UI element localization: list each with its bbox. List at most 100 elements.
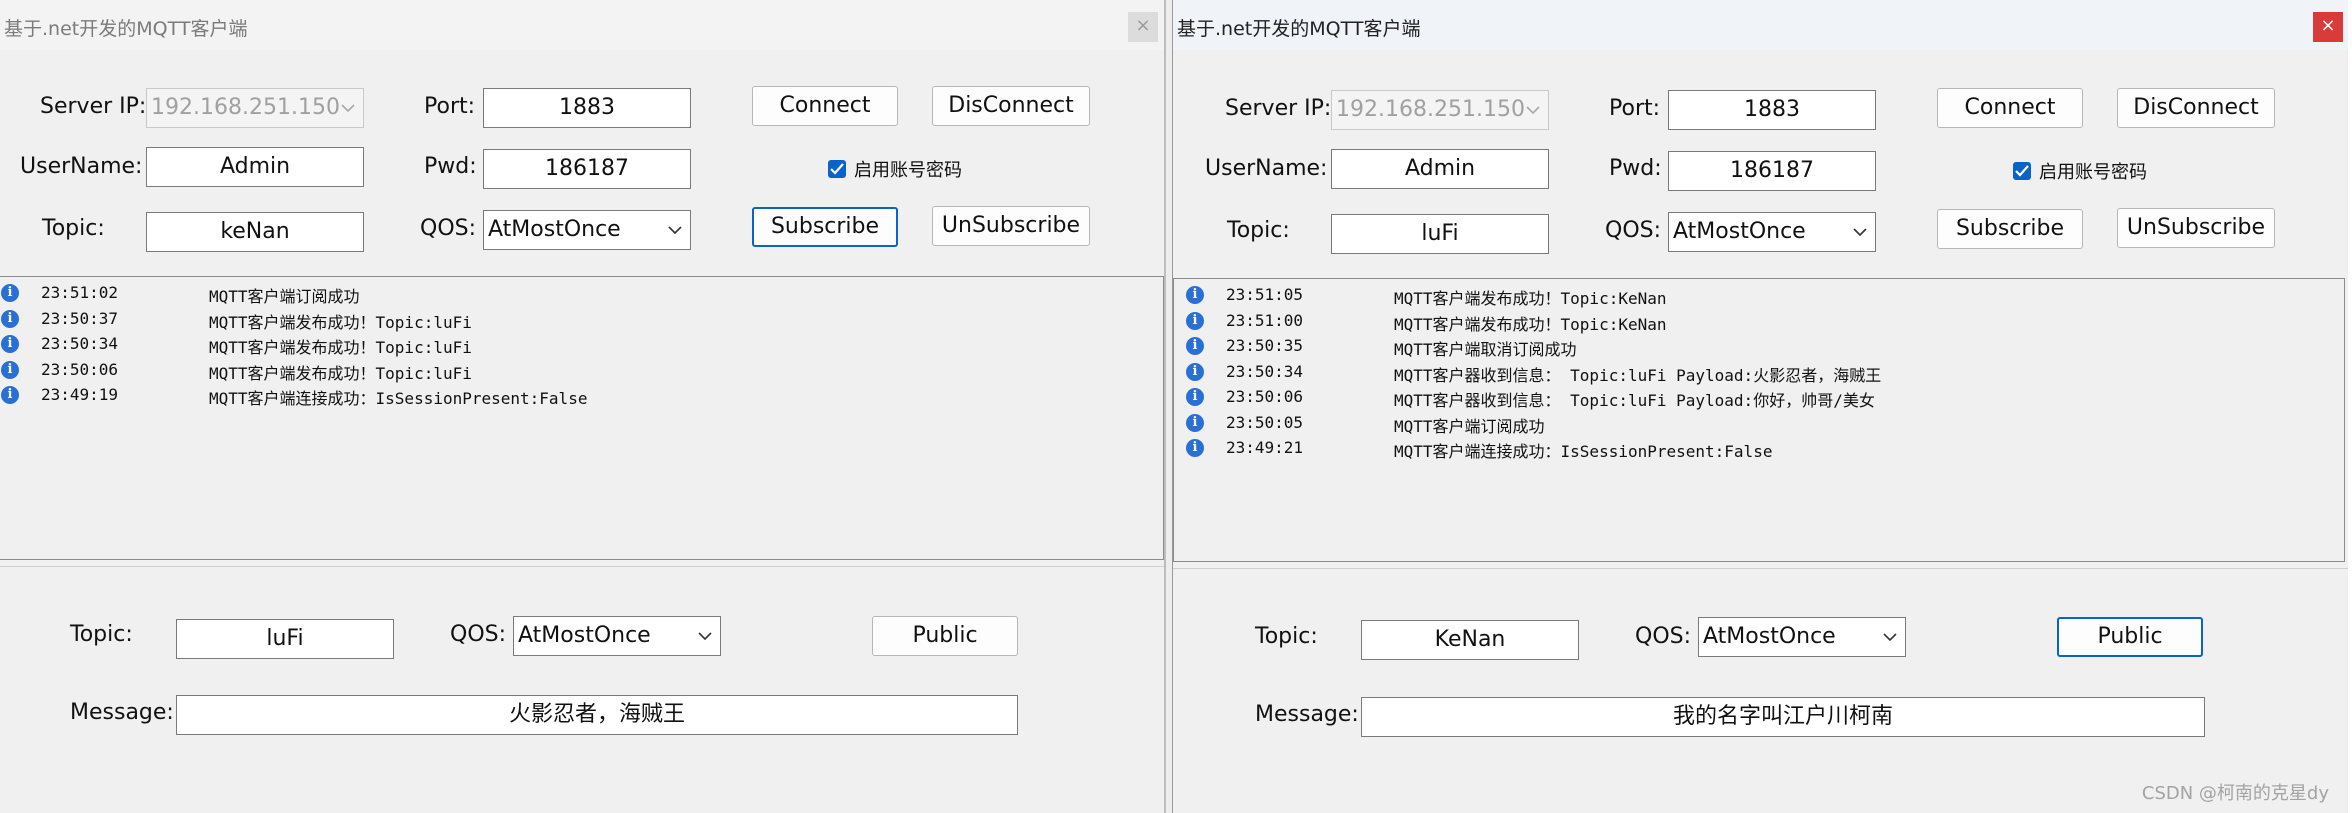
log-time: 23:50:06 [41,359,119,379]
log-message: MQTT客户端发布成功！Topic:luFi [209,338,472,357]
server-ip-label: Server IP: [1225,96,1332,121]
log-time: 23:51:05 [1226,285,1304,304]
port-input[interactable]: 1883 [1668,90,1876,130]
pwd-label: Pwd: [424,154,477,179]
message-input[interactable]: 我的名字叫江户川柯南 [1361,697,2205,737]
message-label: Message: [70,700,174,725]
topic-label: Topic: [42,216,105,241]
log-time: 23:50:06 [1226,387,1304,406]
chevron-down-icon [1526,91,1540,129]
connect-button[interactable]: Connect [752,86,898,126]
log-row[interactable]: 23:50:06 MQTT客户端发布成功！Topic:luFi [0,358,1163,383]
log-row[interactable]: 23:51:05 MQTT客户端发布成功！Topic:KeNan [1174,283,2344,308]
pub-topic-input[interactable]: luFi [176,619,394,659]
pwd-label: Pwd: [1609,156,1662,181]
message-label: Message: [1255,702,1359,727]
qos-select[interactable]: AtMostOnce [1668,212,1876,252]
disconnect-button[interactable]: DisConnect [2117,88,2275,128]
log-message: MQTT客户端订阅成功 [209,287,360,306]
watermark: CSDN @柯南的克星dy [2141,783,2329,804]
server-ip-label: Server IP: [40,94,147,119]
info-icon [1186,362,1204,381]
qos-label: QOS: [1605,218,1662,243]
port-label: Port: [1609,96,1661,121]
port-label: Port: [424,94,476,119]
server-ip-value: 192.168.251.150 [151,95,340,120]
unsubscribe-button[interactable]: UnSubscribe [932,206,1090,246]
close-button[interactable]: × [2313,12,2343,42]
close-button[interactable]: × [1128,12,1158,42]
pub-topic-input[interactable]: KeNan [1361,620,1579,660]
window-title: 基于.net开发的MQTT客户端 [4,18,248,40]
username-label: UserName: [1205,156,1328,181]
log-row[interactable]: 23:50:37 MQTT客户端发布成功！Topic:luFi [0,307,1163,332]
subscribe-button[interactable]: Subscribe [752,207,898,247]
topic-input[interactable]: keNan [146,212,364,252]
topic-label: Topic: [1227,218,1290,243]
log-row[interactable]: 23:50:34 MQTT客户端发布成功！Topic:luFi [0,332,1163,357]
pub-qos-select[interactable]: AtMostOnce [513,616,721,656]
server-ip-combobox: 192.168.251.150 [1331,90,1549,130]
log-message: MQTT客户端发布成功！Topic:luFi [209,363,472,383]
disconnect-button[interactable]: DisConnect [932,86,1090,126]
log-row[interactable]: 23:50:35 MQTT客户端取消订阅成功 [1174,334,2344,359]
window-title: 基于.net开发的MQTT客户端 [1177,18,1421,40]
pub-qos-value: AtMostOnce [518,623,651,648]
section-divider [1173,568,2349,569]
enable-auth-checkbox[interactable]: 启用账号密码 [828,156,962,182]
chevron-down-icon [341,89,355,127]
topic-input[interactable]: luFi [1331,214,1549,254]
unsubscribe-button[interactable]: UnSubscribe [2117,208,2275,248]
log-message: MQTT客户端连接成功：IsSessionPresent:False [1394,442,1773,461]
log-message: MQTT客户器收到信息： Topic:luFi Payload:火影忍者，海贼王 [1394,365,1882,385]
log-message: MQTT客户端发布成功！Topic:KeNan [1394,289,1667,308]
log-message: MQTT客户端发布成功！Topic:KeNan [1394,314,1667,334]
pwd-input[interactable]: 186187 [483,149,691,189]
username-input[interactable]: Admin [146,147,364,187]
info-icon [1,386,19,404]
pub-topic-label: Topic: [1255,624,1318,649]
chevron-down-icon [1883,618,1897,656]
public-button[interactable]: Public [872,616,1018,656]
log-row[interactable]: 23:49:19 MQTT客户端连接成功：IsSessionPresent:Fal… [0,383,1163,408]
connect-button[interactable]: Connect [1937,88,2083,128]
title-bar: 基于.net开发的MQTT客户端 × [0,0,1164,50]
info-icon [1186,439,1204,457]
pub-qos-label: QOS: [1635,624,1692,649]
message-input[interactable]: 火影忍者，海贼王 [176,695,1018,735]
username-input[interactable]: Admin [1331,149,1549,189]
enable-auth-checkbox[interactable]: 启用账号密码 [2013,158,2147,184]
log-row[interactable]: 23:51:02 MQTT客户端订阅成功 [0,281,1163,306]
checkbox-checked-icon [2013,162,2031,180]
info-icon [1,360,19,379]
pub-qos-select[interactable]: AtMostOnce [1698,617,1906,657]
chevron-down-icon [1853,213,1867,251]
log-message: MQTT客户器收到信息： Topic:luFi Payload:你好，帅哥/美女 [1394,391,1875,410]
log-message: MQTT客户端连接成功：IsSessionPresent:False [209,389,588,408]
log-row[interactable]: 23:50:34 MQTT客户器收到信息： Topic:luFi Payload:… [1174,360,2344,385]
log-message: MQTT客户端取消订阅成功 [1394,340,1577,359]
public-button[interactable]: Public [2057,617,2203,657]
username-label: UserName: [20,154,143,179]
subscribe-button[interactable]: Subscribe [1937,209,2083,249]
enable-auth-label: 启用账号密码 [2039,162,2147,183]
log-time: 23:51:00 [1226,310,1304,330]
checkbox-checked-icon [828,160,846,178]
log-listview[interactable]: 23:51:05 MQTT客户端发布成功！Topic:KeNan 23:51:00 M… [1173,278,2345,562]
log-row[interactable]: 23:50:06 MQTT客户器收到信息： Topic:luFi Payload:… [1174,385,2344,410]
log-message: MQTT客户端发布成功！Topic:luFi [209,312,472,332]
log-listview[interactable]: 23:51:02 MQTT客户端订阅成功 23:50:37 MQTT客户端发布成功！T… [0,276,1164,560]
qos-select[interactable]: AtMostOnce [483,210,691,250]
left-client-window: 基于.net开发的MQTT客户端 × Server IP: 192.168.25… [0,0,1166,813]
log-row[interactable]: 23:50:05 MQTT客户端订阅成功 [1174,411,2344,436]
log-row[interactable]: 23:51:00 MQTT客户端发布成功！Topic:KeNan [1174,309,2344,334]
qos-label: QOS: [420,216,477,241]
pub-qos-value: AtMostOnce [1703,624,1836,649]
log-time: 23:49:19 [41,385,119,404]
log-row[interactable]: 23:49:21 MQTT客户端连接成功：IsSessionPresent:Fal… [1174,436,2344,461]
port-input[interactable]: 1883 [483,88,691,128]
info-icon [1,284,19,302]
qos-value: AtMostOnce [1673,219,1806,244]
pwd-input[interactable]: 186187 [1668,151,1876,191]
log-time: 23:50:37 [41,308,119,328]
